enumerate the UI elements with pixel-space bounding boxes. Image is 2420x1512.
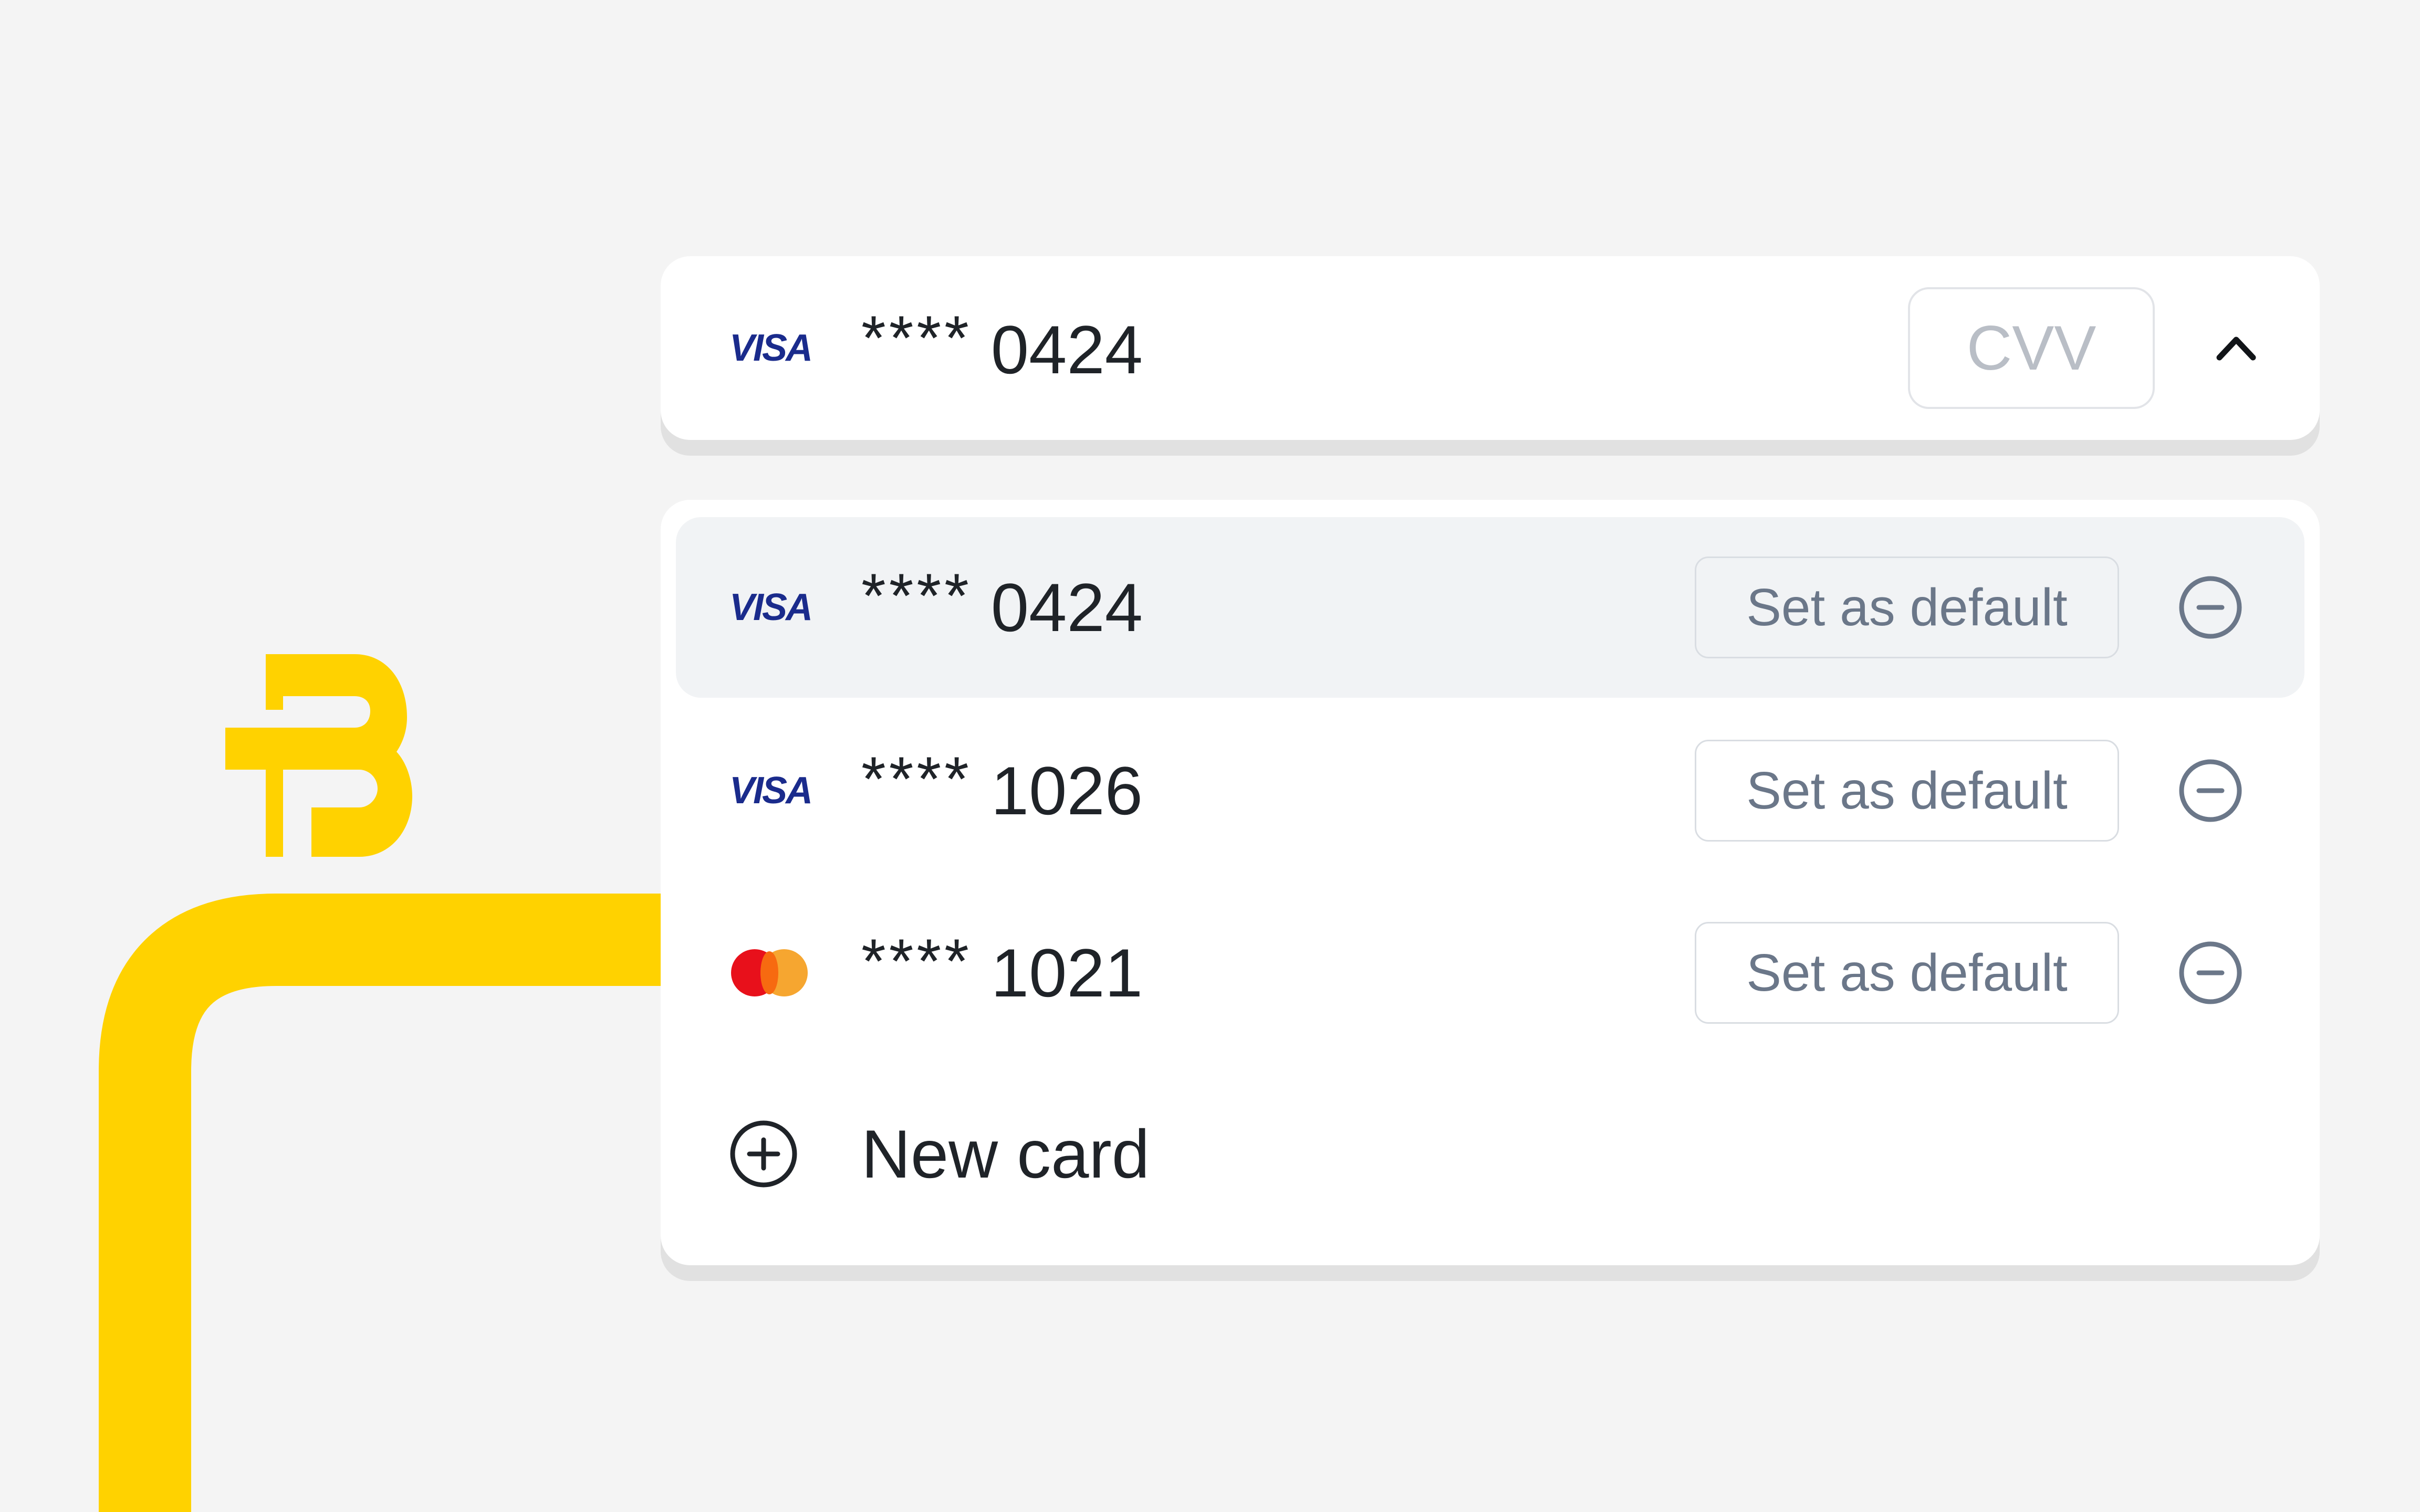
card-mask: **** (861, 926, 972, 996)
card-list-item[interactable]: VISA **** 1026 Set as default (676, 700, 2304, 881)
visa-logo-icon: VISA (729, 327, 813, 369)
minus-circle-icon[interactable] (2178, 575, 2243, 640)
set-as-default-button[interactable]: Set as default (1695, 922, 2119, 1024)
add-new-card-button[interactable]: New card (676, 1065, 2304, 1243)
card-number: **** 1021 (861, 926, 1143, 1012)
card-last4: 0424 (990, 311, 1143, 388)
visa-logo-icon: VISA (729, 586, 813, 628)
card-number: **** 1026 (861, 744, 1143, 830)
saved-cards-dropdown: VISA **** 0424 Set as default VISA **** … (661, 500, 2320, 1265)
card-number: **** 0424 (861, 561, 1143, 647)
card-mask: **** (861, 303, 972, 373)
card-last4: 1021 (990, 934, 1143, 1011)
brand-b-logo-icon (225, 654, 412, 857)
minus-circle-icon[interactable] (2178, 940, 2243, 1005)
card-mask: **** (861, 561, 972, 631)
card-list-item[interactable]: VISA **** 0424 Set as default (676, 517, 2304, 698)
card-mask: **** (861, 744, 972, 814)
set-as-default-button[interactable]: Set as default (1695, 556, 2119, 658)
card-last4: 0424 (990, 569, 1143, 646)
selected-card-field[interactable]: VISA **** 0424 (661, 256, 2320, 440)
new-card-label: New card (861, 1116, 1150, 1192)
plus-circle-icon (730, 1120, 797, 1188)
card-list-item[interactable]: **** 1021 Set as default (676, 883, 2304, 1063)
selected-card-number: **** 0424 (861, 302, 1143, 397)
card-last4: 1026 (990, 752, 1143, 829)
visa-logo-icon: VISA (729, 770, 813, 812)
set-as-default-button[interactable]: Set as default (1695, 740, 2119, 842)
chevron-up-icon[interactable] (2210, 322, 2262, 374)
minus-circle-icon[interactable] (2178, 758, 2243, 823)
cvv-input[interactable] (1908, 287, 2155, 409)
mastercard-logo-icon (728, 949, 812, 996)
